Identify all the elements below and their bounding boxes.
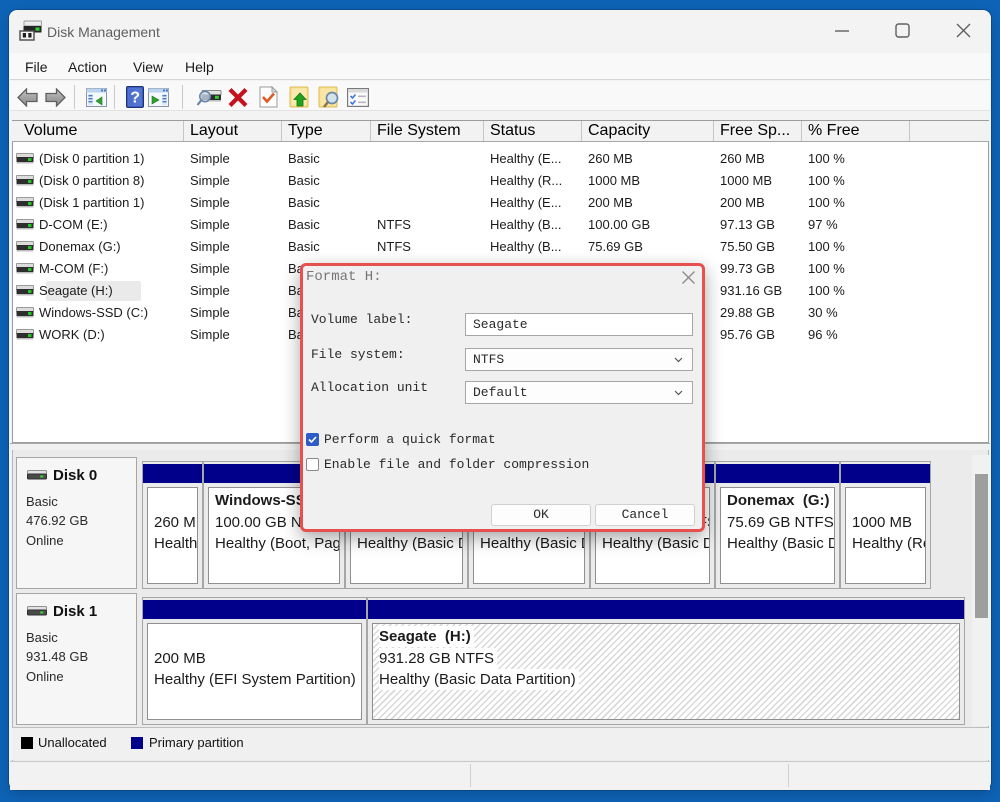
svg-text:?: ?: [130, 90, 140, 107]
